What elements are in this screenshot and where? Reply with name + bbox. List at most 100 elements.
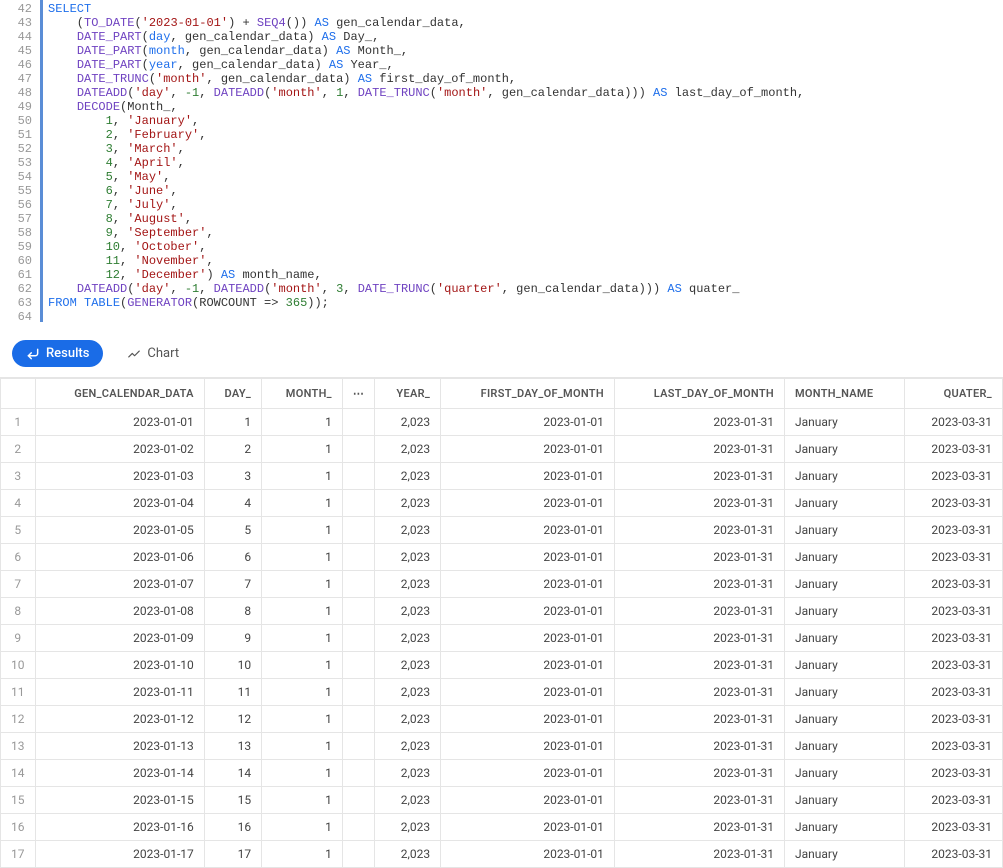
cell[interactable]: 2023-03-31 — [904, 625, 1002, 652]
cell[interactable]: 2023-01-01 — [441, 787, 615, 814]
cell[interactable]: 2,023 — [375, 652, 441, 679]
cell[interactable]: 11 — [204, 679, 261, 706]
cell[interactable]: January — [785, 517, 905, 544]
results-tab[interactable]: Results — [12, 340, 103, 367]
cell[interactable]: 2023-03-31 — [904, 436, 1002, 463]
cell[interactable]: 2023-01-01 — [441, 733, 615, 760]
cell[interactable]: January — [785, 733, 905, 760]
cell[interactable]: 2023-03-31 — [904, 463, 1002, 490]
table-row[interactable]: 122023-01-121212,0232023-01-012023-01-31… — [1, 706, 1003, 733]
cell[interactable]: 2023-01-07 — [35, 571, 204, 598]
cell[interactable]: 2023-01-31 — [614, 814, 784, 841]
code-line[interactable]: DECODE(Month_, — [48, 100, 1003, 114]
cell[interactable]: 5 — [204, 517, 261, 544]
code-line[interactable]: 4, 'April', — [48, 156, 1003, 170]
cell[interactable]: 2023-01-01 — [441, 409, 615, 436]
table-row[interactable]: 172023-01-171712,0232023-01-012023-01-31… — [1, 841, 1003, 868]
cell[interactable]: January — [785, 787, 905, 814]
cell[interactable]: 2,023 — [375, 436, 441, 463]
cell[interactable]: 13 — [204, 733, 261, 760]
table-row[interactable]: 72023-01-07712,0232023-01-012023-01-31Ja… — [1, 571, 1003, 598]
cell[interactable]: January — [785, 841, 905, 868]
cell[interactable]: 2023-01-05 — [35, 517, 204, 544]
cell[interactable]: 1 — [262, 706, 343, 733]
cell[interactable]: 2,023 — [375, 463, 441, 490]
cell[interactable]: 2023-03-31 — [904, 571, 1002, 598]
table-row[interactable]: 52023-01-05512,0232023-01-012023-01-31Ja… — [1, 517, 1003, 544]
code-line[interactable]: DATE_PART(month, gen_calendar_data) AS M… — [48, 44, 1003, 58]
table-row[interactable]: 42023-01-04412,0232023-01-012023-01-31Ja… — [1, 490, 1003, 517]
column-header[interactable]: MONTH_ — [262, 379, 343, 409]
cell[interactable]: 2023-01-31 — [614, 436, 784, 463]
cell[interactable]: 2,023 — [375, 544, 441, 571]
cell[interactable]: 1 — [262, 544, 343, 571]
cell[interactable]: 3 — [204, 463, 261, 490]
code-line[interactable]: 5, 'May', — [48, 170, 1003, 184]
cell[interactable]: 12 — [204, 706, 261, 733]
cell[interactable]: 2,023 — [375, 733, 441, 760]
cell[interactable]: 2023-01-01 — [441, 652, 615, 679]
cell[interactable]: 2023-03-31 — [904, 409, 1002, 436]
cell[interactable]: 2023-01-15 — [35, 787, 204, 814]
cell[interactable]: 2023-01-31 — [614, 706, 784, 733]
cell[interactable]: 2023-01-01 — [441, 463, 615, 490]
cell[interactable]: 2023-01-11 — [35, 679, 204, 706]
cell[interactable]: 2023-03-31 — [904, 517, 1002, 544]
cell[interactable]: 2023-01-14 — [35, 760, 204, 787]
cell[interactable]: 2023-03-31 — [904, 814, 1002, 841]
cell[interactable]: 2023-03-31 — [904, 679, 1002, 706]
chart-tab[interactable]: Chart — [113, 340, 193, 367]
cell[interactable]: January — [785, 409, 905, 436]
table-row[interactable]: 32023-01-03312,0232023-01-012023-01-31Ja… — [1, 463, 1003, 490]
cell[interactable]: 2,023 — [375, 598, 441, 625]
table-row[interactable]: 112023-01-111112,0232023-01-012023-01-31… — [1, 679, 1003, 706]
code-line[interactable]: 11, 'November', — [48, 254, 1003, 268]
code-line[interactable]: 1, 'January', — [48, 114, 1003, 128]
cell[interactable]: 1 — [262, 841, 343, 868]
cell[interactable]: January — [785, 436, 905, 463]
cell[interactable]: 1 — [262, 517, 343, 544]
code-line[interactable]: 7, 'July', — [48, 198, 1003, 212]
cell[interactable]: 9 — [204, 625, 261, 652]
cell[interactable]: January — [785, 679, 905, 706]
cell[interactable]: 2023-01-03 — [35, 463, 204, 490]
cell[interactable]: 1 — [262, 814, 343, 841]
cell[interactable]: 7 — [204, 571, 261, 598]
cell[interactable]: 2,023 — [375, 490, 441, 517]
table-row[interactable]: 62023-01-06612,0232023-01-012023-01-31Ja… — [1, 544, 1003, 571]
cell[interactable]: 2023-01-01 — [441, 598, 615, 625]
cell[interactable]: 2023-01-31 — [614, 760, 784, 787]
cell[interactable]: 1 — [262, 787, 343, 814]
cell[interactable]: 8 — [204, 598, 261, 625]
cell[interactable]: 2023-01-31 — [614, 571, 784, 598]
cell[interactable]: 2023-01-31 — [614, 733, 784, 760]
cell[interactable]: 2,023 — [375, 760, 441, 787]
cell[interactable]: 17 — [204, 841, 261, 868]
cell[interactable]: 2023-01-17 — [35, 841, 204, 868]
cell[interactable]: 1 — [262, 409, 343, 436]
code-line[interactable]: DATE_TRUNC('month', gen_calendar_data) A… — [48, 72, 1003, 86]
cell[interactable]: 1 — [262, 598, 343, 625]
cell[interactable]: 2023-01-01 — [441, 625, 615, 652]
cell[interactable]: January — [785, 571, 905, 598]
cell[interactable]: 2023-01-04 — [35, 490, 204, 517]
cell[interactable]: 2,023 — [375, 517, 441, 544]
code-line[interactable]: 8, 'August', — [48, 212, 1003, 226]
code-line[interactable]: FROM TABLE(GENERATOR(ROWCOUNT => 365)); — [48, 296, 1003, 310]
code-line[interactable]: DATEADD('day', -1, DATEADD('month', 3, D… — [48, 282, 1003, 296]
cell[interactable]: 2,023 — [375, 409, 441, 436]
code-line[interactable]: 3, 'March', — [48, 142, 1003, 156]
table-row[interactable]: 152023-01-151512,0232023-01-012023-01-31… — [1, 787, 1003, 814]
table-row[interactable]: 82023-01-08812,0232023-01-012023-01-31Ja… — [1, 598, 1003, 625]
cell[interactable]: 2023-01-31 — [614, 787, 784, 814]
code-line[interactable]: (TO_DATE('2023-01-01') + SEQ4()) AS gen_… — [48, 16, 1003, 30]
cell[interactable]: 10 — [204, 652, 261, 679]
cell[interactable]: 2023-03-31 — [904, 787, 1002, 814]
cell[interactable]: 14 — [204, 760, 261, 787]
cell[interactable]: January — [785, 463, 905, 490]
cell[interactable]: January — [785, 814, 905, 841]
cell[interactable]: 2,023 — [375, 571, 441, 598]
cell[interactable]: 2023-01-10 — [35, 652, 204, 679]
code-line[interactable]: DATE_PART(day, gen_calendar_data) AS Day… — [48, 30, 1003, 44]
cell[interactable]: 2023-03-31 — [904, 706, 1002, 733]
